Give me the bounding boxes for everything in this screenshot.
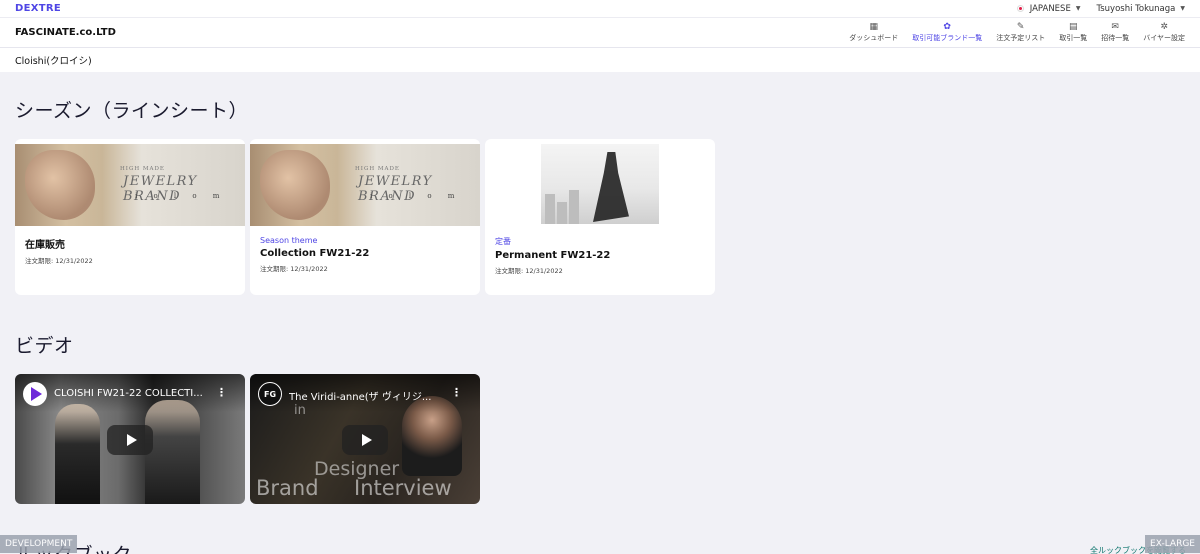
image-text: i o l o m bbox=[370, 192, 462, 200]
season-card-title: 在庫販売 bbox=[25, 240, 65, 251]
gear-icon: ✲ bbox=[1160, 22, 1168, 32]
season-card[interactable]: 定番 Permanent FW21-22 注文期限: 12/31/2022 bbox=[485, 139, 715, 295]
mail-icon: ✉ bbox=[1111, 22, 1119, 32]
nav-buyer-settings[interactable]: ✲ バイヤー設定 bbox=[1143, 22, 1185, 43]
brand-name: Cloishi(クロイシ) bbox=[15, 56, 92, 67]
nav-label: 取引一覧 bbox=[1059, 34, 1088, 42]
list-icon: ✎ bbox=[1016, 22, 1025, 32]
brand-breadcrumb: Cloishi(クロイシ) bbox=[0, 48, 1200, 72]
season-card[interactable]: HIGH MADE JEWELRY BRAND i o l o m 在庫販売 注… bbox=[15, 139, 245, 295]
language-label: JAPANESE bbox=[1029, 3, 1071, 14]
company-name: FASCINATE.co.LTD bbox=[15, 27, 116, 38]
japan-flag-icon bbox=[1016, 5, 1024, 12]
nav-label: 注文予定リスト bbox=[996, 34, 1046, 42]
nav-label: ダッシュボード bbox=[849, 34, 899, 42]
user-name: Tsuyoshi Tokunaga bbox=[1096, 3, 1176, 14]
nav-label: 取引可能ブランド一覧 bbox=[912, 34, 983, 42]
dashboard-icon: ▦ bbox=[869, 22, 878, 32]
video-title[interactable]: The Viridi-anne(ザ ヴィリジ... bbox=[289, 388, 431, 403]
video-overlay-text: Interview bbox=[354, 476, 452, 500]
season-card[interactable]: HIGH MADE JEWELRY BRAND i o l o m Season… bbox=[250, 139, 480, 295]
top-bar: DEXTRE JAPANESE ▼ Tsuyoshi Tokunaga ▼ bbox=[0, 0, 1200, 18]
top-right-menu: JAPANESE ▼ Tsuyoshi Tokunaga ▼ bbox=[1016, 3, 1185, 14]
season-card-deadline: 注文期限: 12/31/2022 bbox=[260, 265, 328, 273]
more-options-icon[interactable]: ⋮ bbox=[216, 386, 227, 399]
image-text: HIGH MADE bbox=[355, 166, 400, 172]
language-selector[interactable]: JAPANESE ▼ bbox=[1016, 3, 1081, 14]
season-card-title: Collection FW21-22 bbox=[260, 248, 370, 259]
nav-invitations[interactable]: ✉ 招待一覧 bbox=[1101, 22, 1129, 43]
fg-logo-icon[interactable]: FG bbox=[258, 382, 282, 406]
season-card-tag: Season theme bbox=[260, 236, 318, 245]
image-text: HIGH MADE bbox=[120, 166, 165, 172]
nav-transactions[interactable]: ▤ 取引一覧 bbox=[1059, 22, 1087, 43]
environment-badge: DEVELOPMENT bbox=[0, 535, 78, 553]
more-options-icon[interactable]: ⋮ bbox=[451, 386, 462, 399]
season-card-deadline: 注文期限: 12/31/2022 bbox=[25, 257, 93, 265]
season-card-title: Permanent FW21-22 bbox=[495, 250, 611, 261]
video-list: CLOISHI FW21-22 COLLECTI... ⋮ in Designe… bbox=[15, 374, 1200, 504]
chevron-down-icon: ▼ bbox=[1180, 5, 1185, 12]
video-heading: ビデオ bbox=[15, 335, 74, 357]
video-overlay-text: Brand bbox=[256, 476, 319, 500]
video-title[interactable]: CLOISHI FW21-22 COLLECTI... bbox=[54, 388, 203, 399]
play-button[interactable] bbox=[107, 425, 153, 455]
nav-items: ▦ ダッシュボード ✿ 取引可能ブランド一覧 ✎ 注文予定リスト ▤ 取引一覧 … bbox=[849, 22, 1185, 43]
play-button[interactable] bbox=[342, 425, 388, 455]
calculator-icon: ▤ bbox=[1068, 22, 1078, 32]
video-player[interactable]: in Designer Brand Interview FG The Virid… bbox=[250, 374, 480, 504]
season-heading: シーズン（ラインシート） bbox=[15, 100, 249, 122]
season-card-image: HIGH MADE JEWELRY BRAND i o l o m bbox=[250, 144, 480, 226]
season-card-tag: 定番 bbox=[495, 237, 511, 246]
nav-dashboard[interactable]: ▦ ダッシュボード bbox=[849, 22, 898, 43]
dextre-logo[interactable]: DEXTRE bbox=[15, 3, 61, 14]
nav-label: バイヤー設定 bbox=[1143, 34, 1185, 42]
channel-logo-icon[interactable] bbox=[23, 382, 47, 406]
video-player[interactable]: CLOISHI FW21-22 COLLECTI... ⋮ bbox=[15, 374, 245, 504]
season-card-image: HIGH MADE JEWELRY BRAND i o l o m bbox=[15, 144, 245, 226]
breakpoint-badge: EX-LARGE bbox=[1145, 535, 1200, 553]
nav-brands[interactable]: ✿ 取引可能ブランド一覧 bbox=[912, 22, 982, 43]
image-text: i o l o m bbox=[135, 192, 227, 200]
brand-icon: ✿ bbox=[943, 22, 951, 32]
chevron-down-icon: ▼ bbox=[1075, 5, 1081, 12]
main-navbar: FASCINATE.co.LTD ▦ ダッシュボード ✿ 取引可能ブランド一覧 … bbox=[0, 18, 1200, 48]
season-card-image bbox=[485, 144, 715, 226]
season-card-list: HIGH MADE JEWELRY BRAND i o l o m 在庫販売 注… bbox=[15, 139, 1200, 295]
lookbook-heading: ルックブック bbox=[15, 540, 1200, 554]
nav-order-list[interactable]: ✎ 注文予定リスト bbox=[996, 22, 1045, 43]
season-card-deadline: 注文期限: 12/31/2022 bbox=[495, 267, 563, 275]
user-menu[interactable]: Tsuyoshi Tokunaga ▼ bbox=[1096, 4, 1185, 14]
nav-label: 招待一覧 bbox=[1101, 34, 1130, 42]
